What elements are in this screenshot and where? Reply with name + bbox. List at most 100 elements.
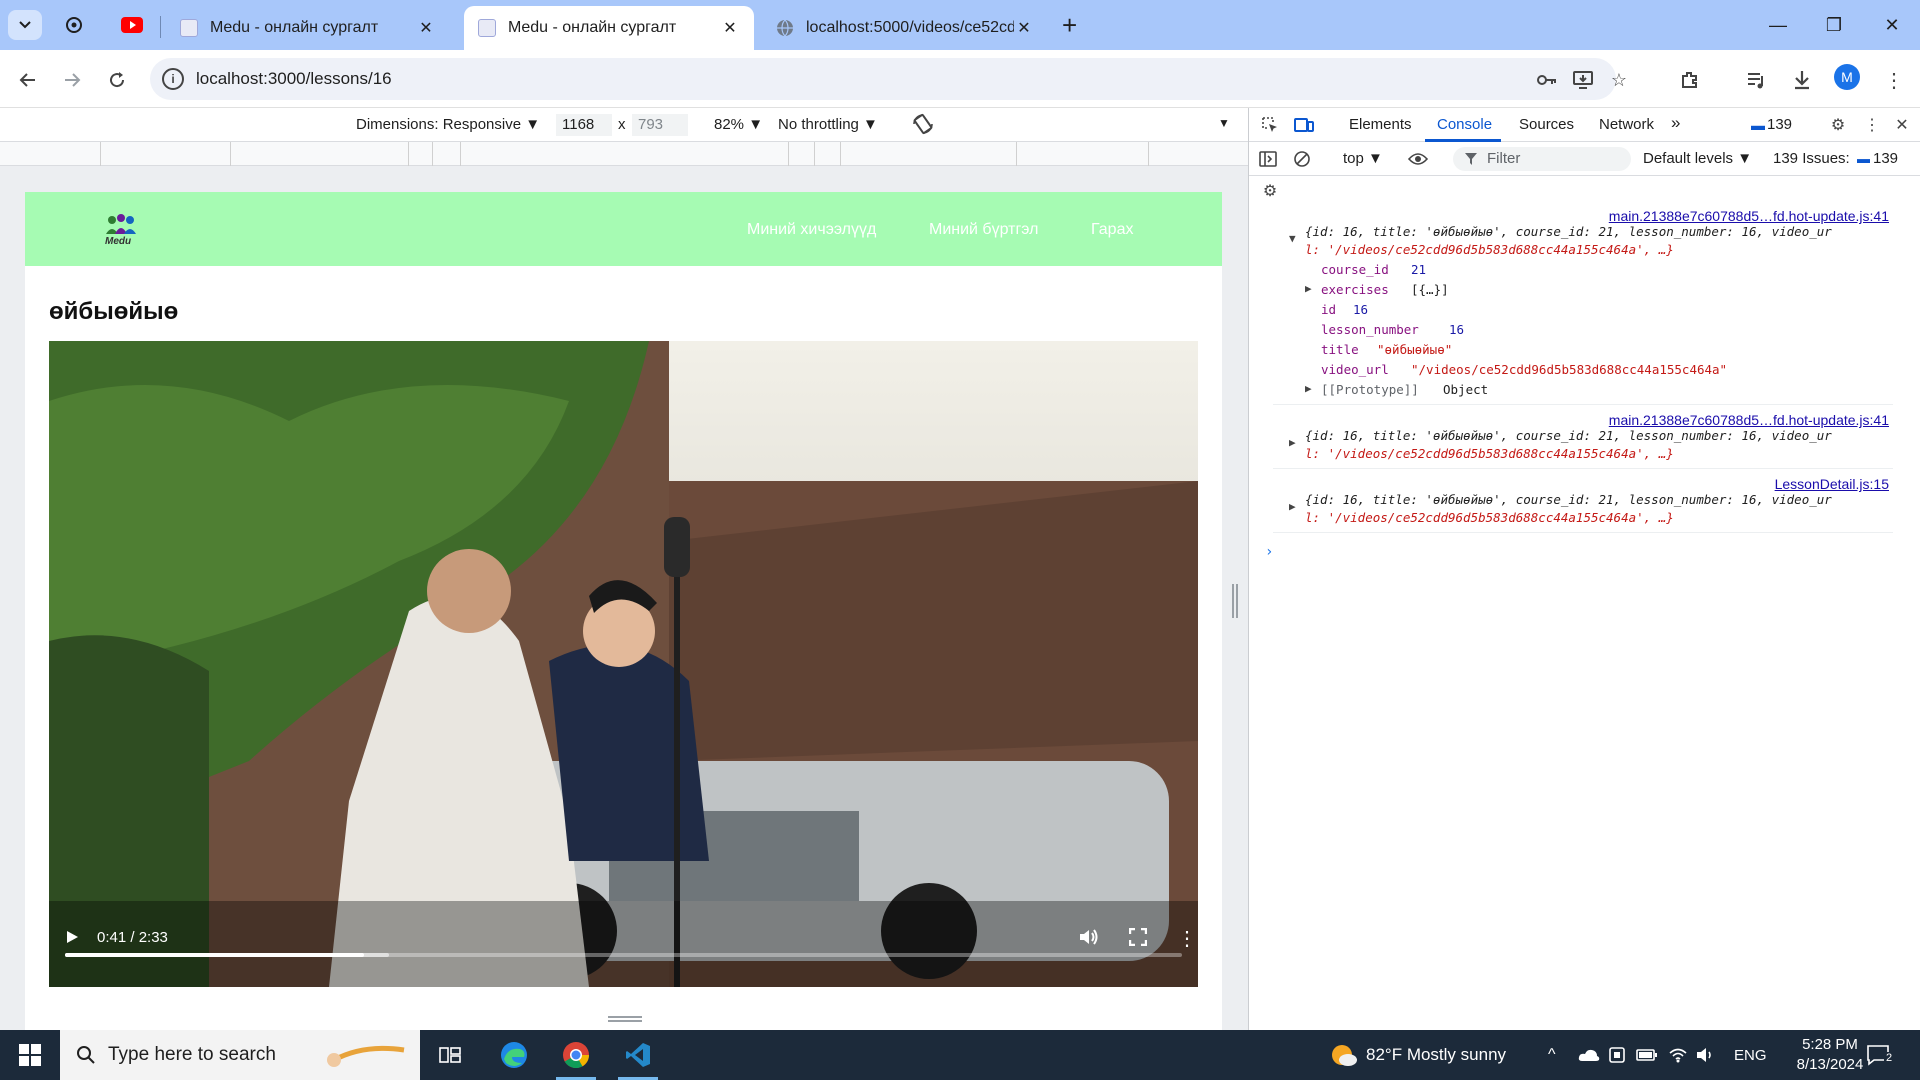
viewport-height-input[interactable]: 793 xyxy=(632,114,688,136)
close-tab-icon[interactable]: ✕ xyxy=(416,18,436,38)
vscode-icon[interactable] xyxy=(610,1030,666,1080)
console-filter-input[interactable]: Filter xyxy=(1453,147,1631,171)
viewport-width-input[interactable]: 1168 xyxy=(556,114,612,136)
tab-elements[interactable]: Elements xyxy=(1349,116,1412,133)
video-more-icon[interactable]: ⋮ xyxy=(1177,926,1197,951)
issues-label[interactable]: 139 Issues: xyxy=(1773,150,1850,167)
console-prompt-icon[interactable]: › xyxy=(1265,544,1273,560)
viewport-bottom-resize-handle[interactable] xyxy=(608,1016,642,1022)
downloads-icon[interactable] xyxy=(1786,64,1818,96)
chrome-menu-icon[interactable]: ⋮ xyxy=(1878,64,1910,96)
expand-triangle-icon[interactable]: ▶ xyxy=(1289,436,1296,449)
edge-icon[interactable] xyxy=(486,1030,542,1080)
clear-console-icon[interactable] xyxy=(1291,148,1313,170)
bookmark-star-icon[interactable]: ☆ xyxy=(1606,67,1632,93)
clock[interactable]: 5:28 PM 8/13/2024 xyxy=(1790,1030,1870,1080)
log-summary-line[interactable]: {id: 16, title: 'өйбыөйыө', course_id: 2… xyxy=(1305,224,1832,239)
start-button[interactable] xyxy=(2,1030,58,1080)
minimize-button[interactable]: — xyxy=(1756,10,1800,40)
battery-icon[interactable] xyxy=(1636,1030,1658,1080)
task-view-icon[interactable] xyxy=(422,1030,478,1080)
reload-button[interactable] xyxy=(101,64,133,96)
tab-sources[interactable]: Sources xyxy=(1519,116,1574,133)
messages-icon[interactable]: ▬ xyxy=(1751,117,1765,133)
log-summary-line[interactable]: l: '/videos/ce52cdd96d5b583d688cc44a155c… xyxy=(1305,242,1674,257)
more-tabs-icon[interactable]: » xyxy=(1671,113,1680,133)
device-toggle-icon[interactable] xyxy=(1293,114,1315,136)
message-count[interactable]: 139 xyxy=(1767,116,1792,133)
tab-medu-1[interactable]: Medu - онлайн сургалт ✕ xyxy=(166,6,450,50)
zoom-dropdown[interactable]: 82% ▼ xyxy=(714,116,763,133)
address-bar[interactable]: i localhost:3000/lessons/16 ☆ xyxy=(150,58,1627,100)
clock-date: 8/13/2024 xyxy=(1796,1056,1864,1073)
install-app-icon[interactable] xyxy=(1570,67,1596,93)
onedrive-icon[interactable] xyxy=(1578,1030,1600,1080)
close-tab-icon[interactable]: ✕ xyxy=(1014,18,1034,38)
url-text[interactable]: localhost:3000/lessons/16 xyxy=(196,69,392,89)
taskbar-search-box[interactable]: Type here to search xyxy=(60,1030,420,1080)
expand-triangle-icon[interactable]: ▶ xyxy=(1305,282,1312,295)
issues-count[interactable]: 139 xyxy=(1873,150,1898,167)
forward-button[interactable] xyxy=(56,64,88,96)
volume-tray-icon[interactable] xyxy=(1696,1030,1716,1080)
tab-localhost-video[interactable]: localhost:5000/videos/ce52cdd ✕ xyxy=(762,6,1048,50)
tab-console[interactable]: Console xyxy=(1437,116,1492,133)
viewport-resize-handle[interactable] xyxy=(1232,584,1238,618)
log-summary-line[interactable]: {id: 16, title: 'өйбыөйыө', course_id: 2… xyxy=(1305,428,1832,443)
settings-gear-icon[interactable]: ⚙ xyxy=(1827,114,1849,136)
notifications-button[interactable]: 2 xyxy=(1866,1030,1895,1080)
collapse-triangle-icon[interactable]: ▼ xyxy=(1289,232,1296,245)
play-icon[interactable] xyxy=(65,930,79,948)
nav-my-account[interactable]: Миний бүртгэл xyxy=(929,221,1038,239)
expand-triangle-icon[interactable]: ▶ xyxy=(1289,500,1296,513)
log-summary-line[interactable]: {id: 16, title: 'өйбыөйыө', course_id: 2… xyxy=(1305,492,1832,507)
password-key-icon[interactable] xyxy=(1534,67,1560,93)
nav-my-lessons[interactable]: Миний хичээлүүд xyxy=(747,221,876,239)
close-window-button[interactable]: ✕ xyxy=(1870,10,1914,40)
tray-chevron-icon[interactable]: ^ xyxy=(1548,1030,1556,1080)
weather-widget[interactable]: 82°F Mostly sunny xyxy=(1330,1030,1506,1080)
close-tab-icon[interactable]: ✕ xyxy=(720,18,740,38)
media-control-icon[interactable] xyxy=(1740,64,1772,96)
eye-icon[interactable] xyxy=(1407,148,1429,170)
reload-icon xyxy=(110,72,125,88)
extensions-icon[interactable] xyxy=(1674,64,1706,96)
video-progress-bar[interactable] xyxy=(65,953,1182,957)
language-indicator[interactable]: ENG xyxy=(1734,1030,1767,1080)
back-button[interactable] xyxy=(12,64,44,96)
profile-avatar[interactable]: M xyxy=(1834,64,1860,90)
console-settings-icon[interactable]: ⚙ xyxy=(1259,180,1281,202)
video-player[interactable]: 0:41 / 2:33 ⋮ xyxy=(49,341,1198,987)
nav-logout[interactable]: Гарах xyxy=(1091,221,1133,239)
site-info-icon[interactable]: i xyxy=(162,68,184,90)
devtools-panel: Elements Console Sources Network » ▬ 139… xyxy=(1248,108,1920,1030)
inspect-element-icon[interactable] xyxy=(1259,114,1281,136)
sidebar-toggle-icon[interactable] xyxy=(1257,148,1279,170)
log-summary-line[interactable]: l: '/videos/ce52cdd96d5b583d688cc44a155c… xyxy=(1305,510,1674,525)
fullscreen-icon[interactable] xyxy=(1128,927,1148,950)
restore-button[interactable]: ❐ xyxy=(1812,10,1856,40)
wifi-icon[interactable] xyxy=(1668,1030,1688,1080)
expand-triangle-icon[interactable]: ▶ xyxy=(1305,382,1312,395)
log-levels-dropdown[interactable]: Default levels ▼ xyxy=(1643,150,1752,167)
log-summary-line[interactable]: l: '/videos/ce52cdd96d5b583d688cc44a155c… xyxy=(1305,446,1674,461)
tab-network[interactable]: Network xyxy=(1599,116,1654,133)
tab-medu-active[interactable]: Medu - онлайн сургалт ✕ xyxy=(464,6,754,50)
meet-now-icon[interactable] xyxy=(1608,1030,1626,1080)
dimensions-dropdown[interactable]: Dimensions: Responsive ▼ xyxy=(356,116,540,133)
pinned-tab-chatgpt[interactable] xyxy=(56,10,92,40)
devtools-menu-icon[interactable]: ⋮ xyxy=(1861,114,1883,136)
tab-search-button[interactable] xyxy=(8,10,42,40)
log-source-link[interactable]: main.21388e7c60788d5…fd.hot-update.js:41 xyxy=(1609,208,1889,224)
close-devtools-icon[interactable]: ✕ xyxy=(1891,114,1913,136)
throttling-dropdown[interactable]: No throttling ▼ xyxy=(778,116,878,133)
chrome-icon[interactable] xyxy=(548,1030,604,1080)
log-source-link[interactable]: main.21388e7c60788d5…fd.hot-update.js:41 xyxy=(1609,412,1889,428)
new-tab-button[interactable]: + xyxy=(1062,12,1077,38)
context-dropdown[interactable]: top ▼ xyxy=(1343,150,1383,167)
device-options-icon[interactable]: ▼ xyxy=(1218,116,1230,130)
volume-icon[interactable] xyxy=(1079,928,1099,950)
rotate-icon[interactable] xyxy=(912,113,934,139)
log-source-link[interactable]: LessonDetail.js:15 xyxy=(1775,476,1889,492)
pinned-tab-youtube[interactable] xyxy=(114,10,150,40)
